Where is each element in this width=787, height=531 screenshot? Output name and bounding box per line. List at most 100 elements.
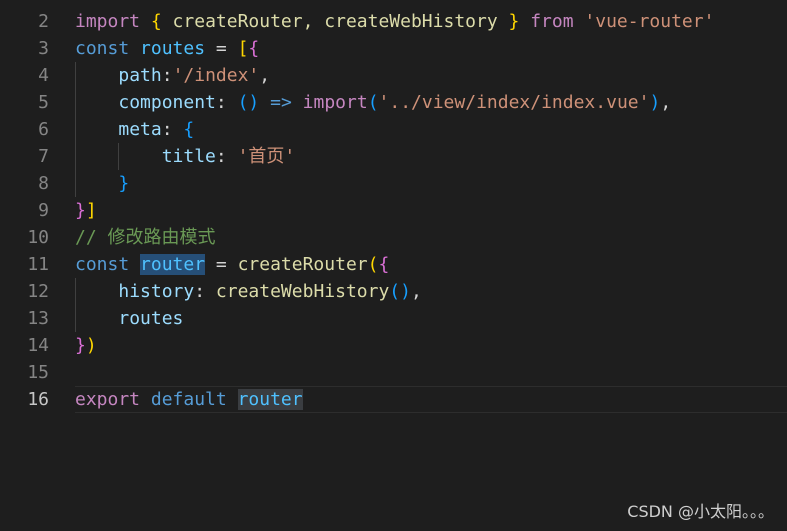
- code-token: '../view/index/index.vue': [378, 92, 650, 113]
- code-line[interactable]: 8 }: [0, 170, 787, 197]
- line-number: 9: [38, 200, 49, 221]
- code-token: createRouter, createWebHistory: [161, 11, 509, 32]
- code-token: ,: [660, 92, 672, 113]
- code-token: :: [215, 146, 238, 167]
- code-token: title: [161, 146, 216, 167]
- code-token: import: [75, 11, 141, 32]
- line-number: 4: [38, 65, 49, 86]
- code-token: createRouter: [237, 254, 368, 275]
- line-number: 8: [38, 173, 49, 194]
- code-line[interactable]: 12 history: createWebHistory(),: [0, 278, 787, 305]
- code-text[interactable]: const router = createRouter({: [75, 251, 389, 278]
- code-line[interactable]: 10 // 修改路由模式: [0, 224, 787, 251]
- code-token: (: [367, 92, 379, 113]
- code-token: import: [302, 92, 368, 113]
- code-token: (): [237, 92, 260, 113]
- code-editor[interactable]: 2 import { createRouter, createWebHistory…: [0, 0, 787, 531]
- line-number: 5: [38, 92, 49, 113]
- code-token: :: [161, 119, 184, 140]
- code-token: '/index': [172, 65, 260, 86]
- code-text[interactable]: }: [75, 170, 129, 197]
- code-line[interactable]: 13 routes: [0, 305, 787, 332]
- code-token: =: [205, 254, 238, 275]
- code-token: }: [75, 200, 86, 221]
- code-line[interactable]: 15: [0, 359, 787, 386]
- line-number: 7: [38, 146, 49, 167]
- code-line[interactable]: 2 import { createRouter, createWebHistory…: [0, 8, 787, 35]
- line-number: 15: [27, 362, 49, 383]
- code-token: (): [389, 281, 411, 302]
- code-text[interactable]: routes: [75, 305, 183, 332]
- code-text[interactable]: export default router: [75, 386, 303, 413]
- code-text[interactable]: title: '首页': [75, 143, 296, 170]
- code-line[interactable]: 7 title: '首页': [0, 143, 787, 170]
- line-number: 14: [27, 335, 49, 356]
- code-text[interactable]: }]: [75, 197, 97, 224]
- code-token: createWebHistory: [215, 281, 390, 302]
- code-line[interactable]: 5 component: () => import('../view/index…: [0, 89, 787, 116]
- code-text[interactable]: history: createWebHistory(),: [75, 278, 422, 305]
- watermark: CSDN @小太阳。。。: [627, 502, 774, 521]
- code-text[interactable]: meta: {: [75, 116, 194, 143]
- code-token: history: [118, 281, 195, 302]
- code-token: }: [75, 335, 86, 356]
- code-token: =: [205, 38, 238, 59]
- code-token: (: [367, 254, 379, 275]
- line-number: 13: [27, 308, 49, 329]
- code-token: from: [530, 11, 574, 32]
- code-text[interactable]: path:'/index',: [75, 62, 270, 89]
- line-number: 6: [38, 119, 49, 140]
- code-text[interactable]: const routes = [{: [75, 35, 259, 62]
- code-token: component: [118, 92, 216, 113]
- line-number: 2: [38, 11, 49, 32]
- code-token: =>: [270, 92, 292, 113]
- code-token: '首页': [237, 146, 296, 167]
- line-number: 10: [27, 227, 49, 248]
- code-text[interactable]: import { createRouter, createWebHistory …: [75, 8, 714, 35]
- code-token: ): [85, 335, 97, 356]
- code-token: :: [194, 281, 216, 302]
- code-token: ,: [410, 281, 422, 302]
- code-line[interactable]: 11 const router = createRouter({: [0, 251, 787, 278]
- code-token: ,: [259, 65, 271, 86]
- line-number: 11: [27, 254, 49, 275]
- line-number: 12: [27, 281, 49, 302]
- line-number: 16: [27, 389, 49, 410]
- code-line[interactable]: 3 const routes = [{: [0, 35, 787, 62]
- code-token: // 修改路由模式: [75, 227, 216, 248]
- code-token: }: [118, 173, 130, 194]
- code-token: path: [118, 65, 162, 86]
- code-line[interactable]: 14}): [0, 332, 787, 359]
- code-token: meta: [118, 119, 162, 140]
- code-line[interactable]: 4 path:'/index',: [0, 62, 787, 89]
- code-token: :: [161, 65, 173, 86]
- code-line[interactable]: 9}]: [0, 197, 787, 224]
- code-token: [: [237, 38, 249, 59]
- code-text[interactable]: component: () => import('../view/index/i…: [75, 89, 671, 116]
- code-token: const: [75, 254, 130, 275]
- code-token: ): [649, 92, 661, 113]
- code-token: routes: [140, 38, 206, 59]
- code-line[interactable]: 16 export default router: [0, 386, 787, 413]
- code-token: router: [237, 389, 303, 410]
- code-token: }: [508, 11, 520, 32]
- code-token: ]: [85, 200, 97, 221]
- code-token: 'vue-router': [584, 11, 715, 32]
- code-line[interactable]: 6 meta: {: [0, 116, 787, 143]
- code-text[interactable]: }): [75, 332, 97, 359]
- code-text[interactable]: // 修改路由模式: [75, 224, 216, 251]
